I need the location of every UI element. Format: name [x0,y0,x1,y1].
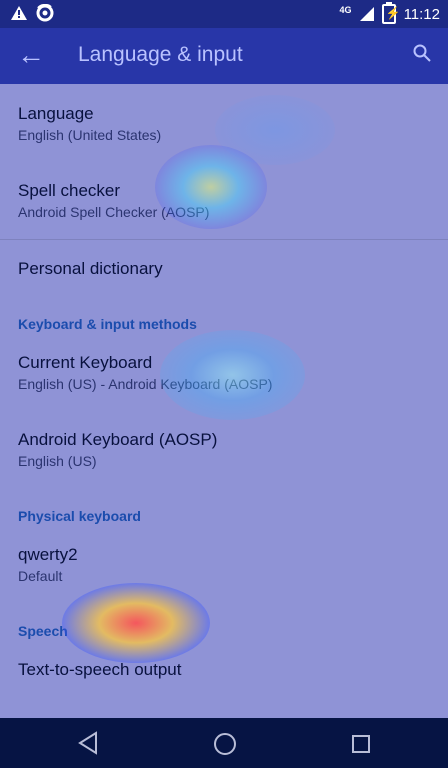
physical-keyboard-summary: Default [18,568,63,584]
status-left [10,4,54,22]
heatmap-overlay [160,330,305,420]
tts-item[interactable]: Text-to-speech output [18,660,430,680]
android-keyboard-item[interactable]: Android Keyboard (AOSP) English (US) [18,430,430,469]
heatmap-overlay [62,583,210,663]
app-bar: ← Language & input [0,28,448,84]
firefox-icon [36,4,54,22]
android-keyboard-title: Android Keyboard (AOSP) [18,430,218,449]
clock: 11:12 [403,5,440,23]
heatmap-overlay [155,145,267,229]
navigation-bar [0,718,448,768]
page-title: Language & input [78,43,243,66]
personal-dictionary-title: Personal dictionary [18,259,163,278]
network-type: 4G [339,5,352,15]
section-physical-keyboard: Physical keyboard [18,508,141,524]
section-speech: Speech [18,623,68,639]
nav-back-icon[interactable] [78,731,98,755]
arrow-back-icon[interactable]: ← [17,41,45,69]
divider [0,239,448,240]
signal-icon [359,7,374,21]
personal-dictionary-item[interactable]: Personal dictionary [18,259,430,279]
nav-home-icon[interactable] [214,733,236,755]
tts-title: Text-to-speech output [18,660,182,679]
nav-recents-icon[interactable] [352,735,370,753]
android-keyboard-summary: English (US) [18,453,97,469]
status-bar: 4G ⚡ 11:12 [0,0,448,28]
warning-icon [11,6,27,20]
physical-keyboard-item[interactable]: qwerty2 Default [18,545,430,584]
section-keyboard-input: Keyboard & input methods [18,316,197,332]
status-right: 4G ⚡ 11:12 [339,2,440,24]
search-icon[interactable] [413,44,431,62]
physical-keyboard-title: qwerty2 [18,545,78,564]
battery-charging-icon: ⚡ [381,2,401,24]
